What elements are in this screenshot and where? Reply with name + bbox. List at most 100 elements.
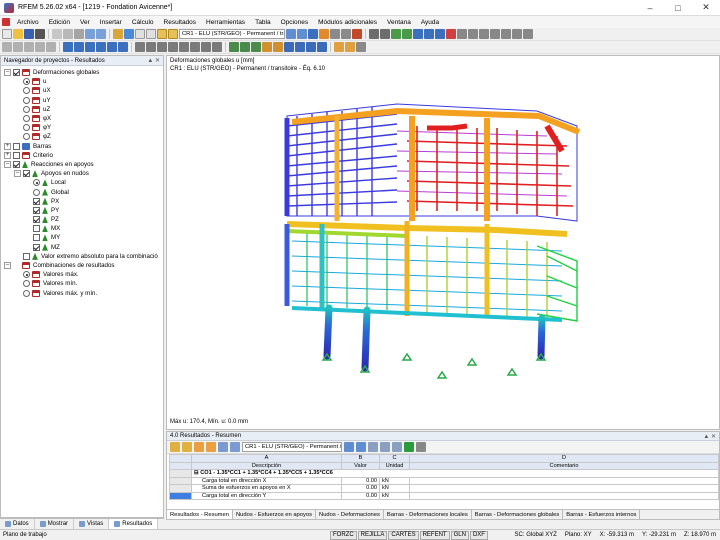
panel-close-icon[interactable]: ▲ ✕ xyxy=(703,433,719,440)
guideline-icon[interactable] xyxy=(479,29,489,39)
checkbox[interactable] xyxy=(13,160,20,168)
zoom-window-icon[interactable] xyxy=(190,42,200,52)
select-icon[interactable] xyxy=(392,442,402,452)
view-y-icon[interactable] xyxy=(157,42,167,52)
deformed-structure-model[interactable] xyxy=(167,56,719,429)
collapse-icon[interactable]: – xyxy=(4,262,11,270)
radio-button[interactable] xyxy=(33,188,40,196)
tree-item-global[interactable]: Global xyxy=(1,187,163,196)
menu-ver[interactable]: Ver xyxy=(75,19,95,26)
view-x-icon[interactable] xyxy=(146,42,156,52)
surface-icon[interactable] xyxy=(424,29,434,39)
load-icon[interactable] xyxy=(446,29,456,39)
rotate-icon[interactable] xyxy=(24,42,34,52)
mirror-icon[interactable] xyxy=(35,42,45,52)
calculator-icon[interactable] xyxy=(113,29,123,39)
checkbox[interactable] xyxy=(33,243,40,251)
report-icon[interactable] xyxy=(345,42,355,52)
orbit-icon[interactable] xyxy=(212,42,222,52)
isolines-icon[interactable] xyxy=(341,29,351,39)
zoom-all-icon[interactable] xyxy=(179,42,189,52)
tree-item-uz[interactable]: uZ xyxy=(1,105,163,114)
print-icon[interactable] xyxy=(35,29,45,39)
relation-icon[interactable] xyxy=(206,442,216,452)
model-viewport[interactable]: Deformaciones globales u [mm] CR1 : ELU … xyxy=(166,55,720,430)
radio-button[interactable] xyxy=(23,289,30,297)
tree-item-apoyos-nudos[interactable]: – Apoyos en nudos xyxy=(1,169,163,178)
collapse-icon[interactable]: – xyxy=(4,160,11,168)
tree-item-phiz[interactable]: φZ xyxy=(1,132,163,141)
radio-button[interactable] xyxy=(23,105,30,113)
close-button[interactable]: ✕ xyxy=(692,0,720,16)
tree-item-uy[interactable]: uY xyxy=(1,96,163,105)
grid-icon[interactable] xyxy=(146,29,156,39)
checkbox[interactable] xyxy=(33,225,40,233)
undo-icon[interactable] xyxy=(85,29,95,39)
checkbox[interactable] xyxy=(13,69,20,77)
tree-item-phiy[interactable]: φY xyxy=(1,123,163,132)
pan-icon[interactable] xyxy=(201,42,211,52)
checkbox[interactable] xyxy=(33,206,40,214)
print-icon[interactable] xyxy=(416,442,426,452)
visibility-icon[interactable] xyxy=(501,29,511,39)
values-icon[interactable] xyxy=(168,29,178,39)
previous-icon[interactable] xyxy=(344,442,354,452)
radio-button[interactable] xyxy=(33,179,40,187)
tree-item-phix[interactable]: φX xyxy=(1,114,163,123)
tab-nudos-esfuerzos[interactable]: Nudos - Esfuerzos en apoyos xyxy=(233,510,317,519)
menu-opciones[interactable]: Opciones xyxy=(276,19,313,26)
expand-icon[interactable]: + xyxy=(4,142,11,150)
animation-icon[interactable] xyxy=(319,29,329,39)
table-row[interactable]: Suma de esfuerzos en apoyos en X 0.00 kN xyxy=(169,484,719,493)
toggle-cartes[interactable]: CARTES xyxy=(388,530,419,540)
radio-button[interactable] xyxy=(23,87,30,95)
minimize-button[interactable]: – xyxy=(636,0,664,16)
toggle-gln[interactable]: GLN xyxy=(450,530,469,540)
deformation-icon[interactable] xyxy=(308,29,318,39)
toggle-rejilla[interactable]: REJILLA xyxy=(357,530,388,540)
table-icon[interactable] xyxy=(218,442,228,452)
select-icon[interactable] xyxy=(2,42,12,52)
line-icon[interactable] xyxy=(74,42,84,52)
menu-archivo[interactable]: Archivo xyxy=(12,19,44,26)
table-row[interactable]: Carga total en dirección X 0.00 kN xyxy=(169,476,719,485)
collapse-icon[interactable]: – xyxy=(4,69,11,77)
color-scale-icon[interactable] xyxy=(352,29,362,39)
checkbox[interactable] xyxy=(33,216,40,224)
filter-icon[interactable] xyxy=(330,29,340,39)
tree-item-criterio[interactable]: + Criterio xyxy=(1,151,163,160)
menu-calculo[interactable]: Cálculo xyxy=(127,19,159,26)
dimension-icon[interactable] xyxy=(457,29,467,39)
tree-item-py[interactable]: PY xyxy=(1,206,163,215)
wireframe-icon[interactable] xyxy=(229,42,239,52)
tree-item-mz[interactable]: MZ xyxy=(1,243,163,252)
tree-item-deformaciones[interactable]: – Deformaciones globales xyxy=(1,68,163,77)
menu-ventana[interactable]: Ventana xyxy=(382,19,416,26)
table-group-row[interactable]: ⊟ CO1 - 1.35*CC1 + 1.35*CC4 + 1.35*CC5 +… xyxy=(169,469,719,478)
tree-item-u[interactable]: u xyxy=(1,77,163,86)
checkbox[interactable] xyxy=(33,234,40,242)
checkbox[interactable] xyxy=(23,170,30,178)
render-icon[interactable] xyxy=(512,29,522,39)
tab-vistas[interactable]: Vistas xyxy=(74,519,110,529)
columns-icon[interactable] xyxy=(230,442,240,452)
tab-barras-esfuerzos[interactable]: Barras - Esfuerzos internos xyxy=(563,510,641,519)
menu-resultados[interactable]: Resultados xyxy=(159,19,202,26)
toggle-refent[interactable]: REFENT xyxy=(419,530,450,540)
radio-button[interactable] xyxy=(23,78,30,86)
member-icon[interactable] xyxy=(413,29,423,39)
polyline-icon[interactable] xyxy=(96,42,106,52)
tree-item-ux[interactable]: uX xyxy=(1,86,163,95)
view-icon[interactable] xyxy=(368,442,378,452)
radio-button[interactable] xyxy=(23,271,30,279)
menu-modulos[interactable]: Módulos adicionales xyxy=(313,19,382,26)
document-icon[interactable] xyxy=(2,18,10,26)
checkbox[interactable] xyxy=(23,252,30,260)
redo-icon[interactable] xyxy=(96,29,106,39)
tree-item-reacciones[interactable]: – Reacciones en apoyos xyxy=(1,160,163,169)
save-icon[interactable] xyxy=(24,29,34,39)
tab-datos[interactable]: Datos xyxy=(0,519,35,529)
maximize-button[interactable]: □ xyxy=(664,0,692,16)
zoom-icon[interactable] xyxy=(380,442,390,452)
copy-icon[interactable] xyxy=(63,29,73,39)
